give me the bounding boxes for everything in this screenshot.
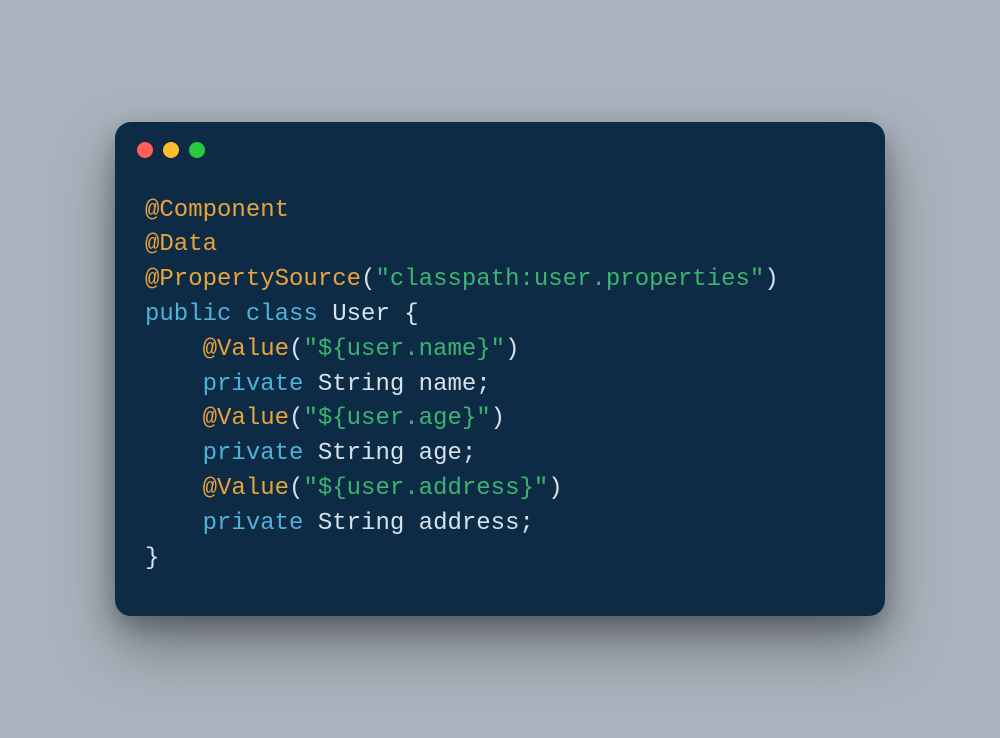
indent	[145, 371, 203, 398]
class-name: User	[332, 301, 390, 328]
identifier: age	[419, 440, 462, 467]
indent	[145, 475, 203, 502]
type-name: String	[318, 510, 404, 537]
type-name: String	[318, 371, 404, 398]
annotation: @Value	[203, 405, 289, 432]
keyword: private	[203, 510, 304, 537]
paren: )	[491, 405, 505, 432]
paren: (	[289, 336, 303, 363]
string-literal: "${user.age}"	[303, 405, 490, 432]
indent	[145, 510, 203, 537]
paren: )	[548, 475, 562, 502]
semicolon: ;	[462, 440, 476, 467]
annotation: @Data	[145, 231, 217, 258]
keyword: class	[246, 301, 318, 328]
titlebar	[115, 122, 885, 166]
indent	[145, 336, 203, 363]
minimize-icon[interactable]	[163, 142, 179, 158]
annotation: @PropertySource	[145, 266, 361, 293]
keyword: private	[203, 371, 304, 398]
code-window: @Component @Data @PropertySource("classp…	[115, 122, 885, 617]
keyword: private	[203, 440, 304, 467]
string-literal: "${user.name}"	[303, 336, 505, 363]
paren: (	[289, 405, 303, 432]
paren: )	[505, 336, 519, 363]
indent	[145, 440, 203, 467]
indent	[145, 405, 203, 432]
identifier: name	[419, 371, 477, 398]
brace: {	[404, 301, 418, 328]
maximize-icon[interactable]	[189, 142, 205, 158]
paren: )	[764, 266, 778, 293]
keyword: public	[145, 301, 231, 328]
annotation: @Component	[145, 197, 289, 224]
code-block: @Component @Data @PropertySource("classp…	[115, 166, 885, 617]
semicolon: ;	[520, 510, 534, 537]
identifier: address	[419, 510, 520, 537]
annotation: @Value	[203, 475, 289, 502]
paren: (	[289, 475, 303, 502]
annotation: @Value	[203, 336, 289, 363]
paren: (	[361, 266, 375, 293]
brace: }	[145, 545, 159, 572]
string-literal: "classpath:user.properties"	[375, 266, 764, 293]
semicolon: ;	[476, 371, 490, 398]
string-literal: "${user.address}"	[303, 475, 548, 502]
close-icon[interactable]	[137, 142, 153, 158]
type-name: String	[318, 440, 404, 467]
